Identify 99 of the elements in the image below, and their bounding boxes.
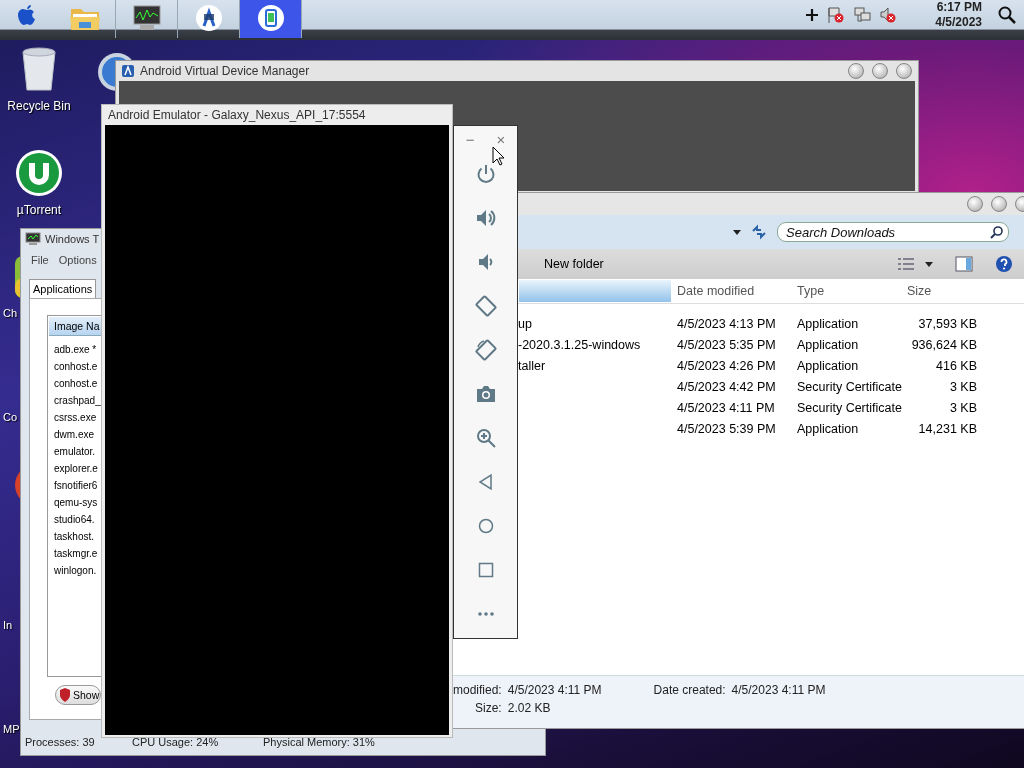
icon-label[interactable]: Ch [3, 307, 18, 319]
camera-icon[interactable] [474, 383, 497, 405]
monitor-icon [131, 4, 162, 32]
detail-value: 4/5/2023 4:11 PM [731, 683, 826, 699]
file-name[interactable]: -2020.3.1.25-windows [518, 337, 641, 352]
rotate-icon[interactable] [474, 295, 497, 317]
table-cell-text: 3 KB [948, 379, 977, 394]
close-button[interactable]: × [493, 130, 509, 148]
status-text: Physical Memory: 31% [263, 736, 375, 748]
clock-date: 4/5/2023 [935, 15, 982, 30]
process-name[interactable]: emulator. [48, 443, 101, 460]
table-cell: Application [797, 316, 859, 331]
table-cell: 4/5/2023 4:42 PM [677, 379, 776, 394]
table-cell: 4/5/2023 5:35 PM [677, 337, 776, 352]
process-name[interactable]: csrss.exe [48, 409, 101, 426]
toolbar-button[interactable]: New folder [543, 255, 605, 273]
search-icon[interactable] [998, 6, 1016, 24]
flag-icon[interactable] [827, 6, 846, 24]
zoom-icon[interactable] [474, 427, 497, 449]
column-header[interactable]: Date modified [671, 284, 791, 298]
table-cell: Application [797, 358, 859, 373]
detail-value: 4/5/2023 4:11 PM [507, 683, 602, 699]
table-cell: 4/5/2023 4:13 PM [677, 316, 776, 331]
torrent-icon [15, 149, 63, 197]
file-name[interactable]: taller [518, 358, 546, 373]
network-icon[interactable] [853, 6, 872, 24]
detail-value: 2.02 KB [507, 701, 552, 717]
rotate-icon[interactable] [474, 339, 497, 361]
table-cell-text: 936,624 KB [910, 337, 977, 352]
process-name[interactable]: winlogon. [48, 562, 101, 579]
refresh-icon[interactable] [751, 224, 767, 240]
process-name[interactable]: dwm.exe [48, 426, 101, 443]
process-name[interactable]: crashpad_ [48, 392, 101, 409]
compass-icon [194, 4, 223, 32]
minimize-button[interactable]: − [462, 130, 478, 148]
status-text: Processes: 39 [25, 736, 96, 748]
menu-item[interactable]: File [31, 254, 49, 266]
clock-time: 6:17 PM [936, 0, 982, 15]
search-icon[interactable] [990, 225, 1004, 239]
window-title: Android Emulator - Galaxy_Nexus_API_17:5554 [108, 108, 366, 122]
icon-label[interactable]: µTorrent [16, 203, 62, 217]
process-name[interactable]: taskhost. [48, 528, 101, 545]
table-cell: Security Certificate [797, 400, 902, 415]
process-name[interactable]: adb.exe * [48, 341, 101, 358]
taskbar-button[interactable] [240, 0, 302, 38]
icon-label[interactable]: Co [3, 411, 18, 423]
table-cell: 4/5/2023 4:26 PM [677, 358, 776, 373]
phone-icon [256, 4, 285, 32]
table-cell-text: 3 KB [948, 400, 977, 415]
process-name[interactable]: studio64. [48, 511, 101, 528]
table-cell: 4/5/2023 4:11 PM [677, 400, 775, 415]
caret-icon[interactable] [925, 261, 933, 267]
shield-icon [59, 688, 71, 702]
table-cell: Security Certificate [797, 379, 902, 394]
volume-up-icon[interactable] [474, 207, 497, 229]
help-icon[interactable] [995, 255, 1013, 273]
cursor-icon [492, 146, 506, 166]
minimize-button[interactable] [967, 196, 983, 212]
maximize-button[interactable] [991, 196, 1007, 212]
window-title: Android Virtual Device Manager [140, 64, 310, 78]
show-button[interactable]: Show [55, 685, 102, 705]
file-name[interactable]: up [518, 316, 532, 331]
process-name[interactable]: conhost.e [48, 375, 101, 392]
process-name[interactable]: explorer.e [48, 460, 101, 477]
table-cell-text: 14,231 KB [917, 421, 977, 436]
column-header[interactable]: Image Na [49, 317, 101, 336]
process-name[interactable]: taskmgr.e [48, 545, 101, 562]
preview-pane-icon[interactable] [955, 256, 973, 272]
column-header[interactable]: Type [791, 284, 901, 298]
close-button[interactable] [896, 63, 912, 79]
volume-muted-icon[interactable] [879, 6, 898, 24]
menu-item[interactable]: Options [58, 254, 97, 266]
plus-icon[interactable] [805, 8, 820, 22]
apple-icon[interactable] [17, 4, 37, 26]
table-cell: Application [797, 337, 859, 352]
process-name[interactable]: conhost.e [48, 358, 101, 375]
tab[interactable]: Applications [29, 279, 97, 298]
search-field[interactable]: Search Downloads [777, 222, 1009, 242]
detail-label: modified: [453, 683, 502, 699]
icon-label[interactable]: MP [3, 723, 20, 735]
status-text: CPU Usage: 24% [132, 736, 220, 748]
icon-label[interactable]: Recycle Bin [7, 99, 71, 113]
icon-label[interactable]: In [3, 619, 13, 631]
window-title: Windows T [45, 233, 100, 245]
table-cell: 4/5/2023 5:39 PM [677, 421, 776, 436]
detail-label: Size: [474, 701, 502, 717]
monitor-icon [25, 232, 41, 246]
process-name[interactable]: qemu-sys [48, 494, 101, 511]
process-name[interactable]: fsnotifier6 [48, 477, 101, 494]
list-view-icon[interactable] [897, 257, 915, 271]
table-cell-text: 416 KB [935, 358, 977, 373]
table-cell-text: 37,593 KB [917, 316, 977, 331]
column-header[interactable]: Size [901, 284, 991, 298]
table-cell: Application [797, 421, 859, 436]
maximize-button[interactable] [872, 63, 888, 79]
caret-icon[interactable] [733, 229, 741, 235]
trash-icon [19, 45, 59, 93]
minimize-button[interactable] [848, 63, 864, 79]
detail-label: Date created: [653, 683, 726, 699]
